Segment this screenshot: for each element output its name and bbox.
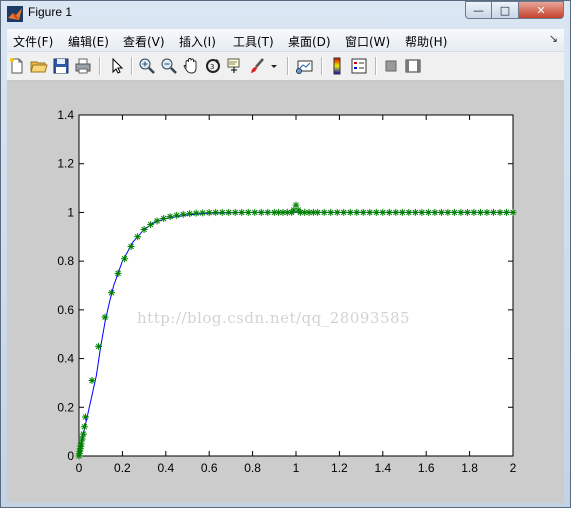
star-marker	[212, 208, 220, 216]
x-tick-label: 0	[76, 461, 83, 475]
x-tick-label: 1.8	[461, 461, 478, 475]
star-marker	[205, 209, 213, 217]
zoom-out-icon[interactable]	[159, 56, 179, 76]
star-marker	[153, 217, 161, 225]
x-tick-label: 0.8	[244, 461, 261, 475]
star-marker	[470, 208, 478, 216]
star-marker	[140, 225, 148, 233]
x-tick-label: 2	[510, 461, 517, 475]
toolbar-separator	[375, 57, 377, 75]
star-marker	[179, 210, 187, 218]
star-marker	[173, 211, 181, 219]
star-marker	[489, 208, 497, 216]
menu-tools[interactable]: 工具(T)	[233, 33, 274, 50]
zoom-in-icon[interactable]	[137, 56, 157, 76]
x-tick-label: 1.2	[331, 461, 348, 475]
menu-file[interactable]: 文件(F)	[13, 33, 53, 50]
star-marker	[225, 208, 233, 216]
hide-plot-tools-icon[interactable]	[381, 56, 401, 76]
menu-help[interactable]: 帮助(H)	[405, 33, 447, 50]
toolbar-separator	[99, 57, 101, 75]
figure-toolbar: 3	[7, 52, 564, 81]
star-marker	[147, 221, 155, 229]
axes-box	[78, 114, 514, 457]
star-marker	[88, 376, 96, 384]
star-marker	[238, 208, 246, 216]
legend-icon[interactable]	[349, 56, 369, 76]
toolbar-separator	[131, 57, 133, 75]
matlab-logo-icon	[7, 6, 23, 22]
maximize-button[interactable]: □	[492, 1, 519, 19]
axes-plot[interactable]: 0 0.2 0.4 0.6 0.8 1 1.2 1.4 1.6 1.8 2 0 0.2 0.4 0.6 0.8…	[7, 81, 564, 503]
star-marker	[366, 208, 374, 216]
star-marker	[231, 208, 239, 216]
brush-icon[interactable]	[247, 56, 267, 76]
y-tick-label: 0.8	[57, 254, 74, 268]
y-tick-label: 0.6	[57, 303, 74, 317]
figure-client: 文件(F) 编辑(E) 查看(V) 插入(I) 工具(T) 桌面(D) 窗口(W…	[7, 29, 564, 503]
star-marker	[346, 208, 354, 216]
figure-canvas[interactable]: 0 0.2 0.4 0.6 0.8 1 1.2 1.4 1.6 1.8 2 0 0.2 0.4 0.6 0.8…	[7, 81, 564, 503]
open-file-icon[interactable]	[29, 56, 49, 76]
toolbar-separator	[287, 57, 289, 75]
star-marker	[186, 210, 194, 218]
rotate-3d-icon[interactable]: 3	[203, 56, 223, 76]
data-cursor-icon[interactable]	[225, 56, 245, 76]
brush-dropdown-icon[interactable]	[269, 56, 279, 76]
x-tick-label: 0.4	[157, 461, 174, 475]
star-marker	[218, 208, 226, 216]
colorbar-icon[interactable]	[327, 56, 347, 76]
minimize-button[interactable]: —	[465, 1, 492, 19]
edit-plot-arrow-icon[interactable]	[107, 56, 127, 76]
figure-window: Figure 1 — □ ✕ 文件(F) 编辑(E) 查看(V) 插入(I) 工…	[0, 0, 571, 508]
new-figure-icon[interactable]	[7, 56, 27, 76]
y-tick-label: 0.4	[57, 352, 74, 366]
y-tick-label: 1.4	[57, 108, 74, 122]
menu-desktop[interactable]: 桌面(D)	[288, 33, 331, 50]
menu-bar: 文件(F) 编辑(E) 查看(V) 插入(I) 工具(T) 桌面(D) 窗口(W…	[7, 29, 564, 52]
x-tick-label: 0.2	[114, 461, 131, 475]
star-marker	[192, 209, 200, 217]
title-bar[interactable]: Figure 1 — □ ✕	[1, 1, 570, 27]
menu-window[interactable]: 窗口(W)	[345, 33, 390, 50]
window-controls: — □ ✕	[465, 1, 564, 20]
star-marker	[509, 208, 517, 216]
menu-insert[interactable]: 插入(I)	[179, 33, 216, 50]
menu-edit[interactable]: 编辑(E)	[68, 33, 109, 50]
print-icon[interactable]	[73, 56, 93, 76]
svg-text:3: 3	[210, 63, 214, 71]
star-marker	[160, 215, 168, 223]
star-marker	[166, 213, 174, 221]
star-marker	[244, 208, 252, 216]
save-icon[interactable]	[51, 56, 71, 76]
menu-view[interactable]: 查看(V)	[123, 33, 165, 50]
star-marker	[327, 208, 335, 216]
show-plot-tools-icon[interactable]	[403, 56, 423, 76]
toolbar-separator	[321, 57, 323, 75]
star-marker	[199, 209, 207, 217]
close-button[interactable]: ✕	[519, 1, 564, 19]
y-tick-label: 0.2	[57, 400, 74, 414]
y-tick-label: 1	[67, 205, 74, 219]
star-marker	[134, 233, 142, 241]
star-marker	[385, 208, 393, 216]
x-tick-label: 1.6	[418, 461, 435, 475]
menu-overflow-icon[interactable]: ↘	[549, 32, 558, 45]
window-title: Figure 1	[28, 5, 73, 19]
x-tick-label: 1.4	[374, 461, 391, 475]
star-marker	[127, 243, 135, 251]
y-tick-label: 1.2	[57, 157, 74, 171]
watermark-text: http://blog.csdn.net/qq_28093585	[137, 309, 411, 327]
link-plot-icon[interactable]	[295, 56, 315, 76]
pan-hand-icon[interactable]	[181, 56, 201, 76]
x-tick-label: 0.6	[201, 461, 218, 475]
y-tick-label: 0	[67, 449, 74, 463]
x-tick-label: 1	[293, 461, 300, 475]
